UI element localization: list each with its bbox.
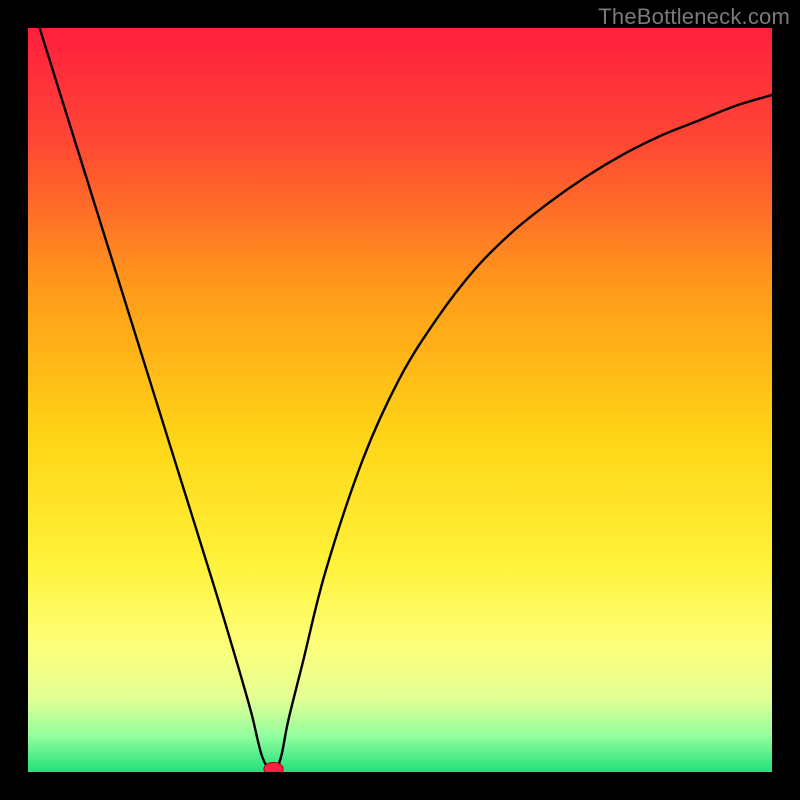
bottleneck-chart xyxy=(28,28,772,772)
chart-frame: TheBottleneck.com xyxy=(0,0,800,800)
watermark-label: TheBottleneck.com xyxy=(598,4,790,30)
optimal-point-marker xyxy=(264,762,283,772)
chart-background xyxy=(28,28,772,772)
